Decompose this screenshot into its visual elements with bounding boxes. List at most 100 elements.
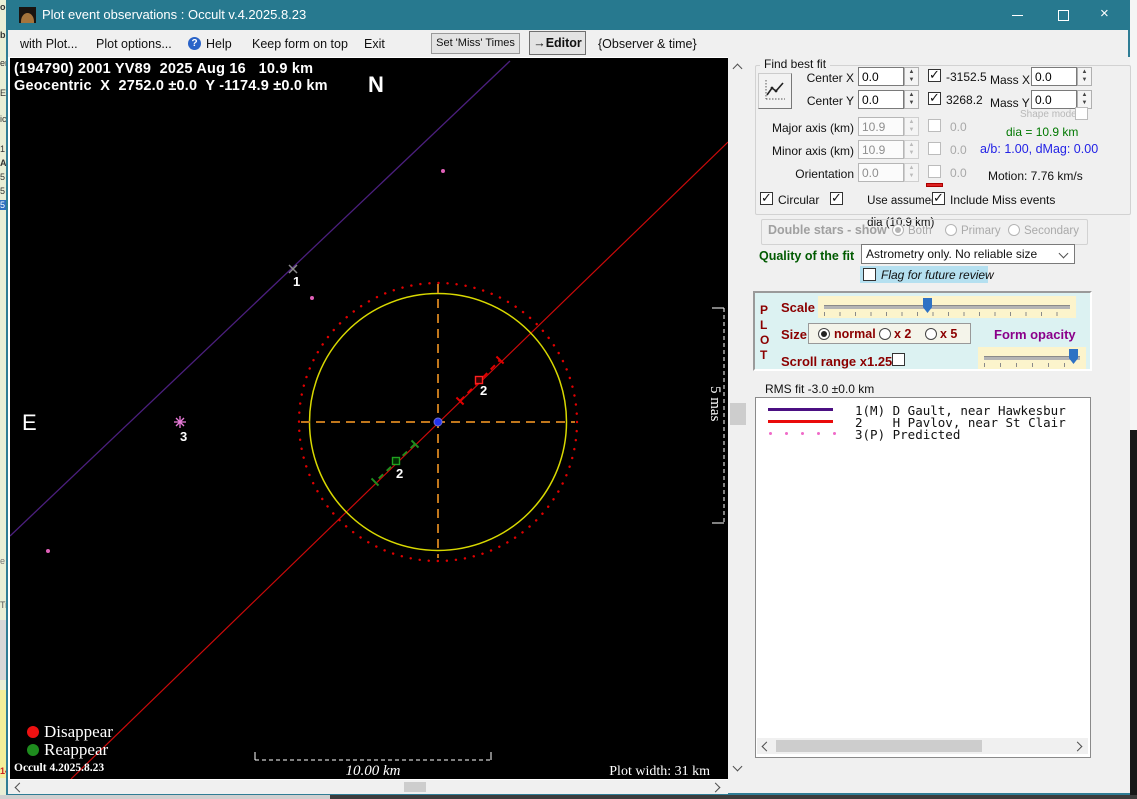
plot-vertical-scrollbar[interactable] xyxy=(728,57,748,780)
double-primary-radio[interactable] xyxy=(945,224,957,236)
center-x-label: Center X xyxy=(806,71,854,85)
chord1-path-line xyxy=(10,60,511,537)
quality-value: Astrometry only. No reliable size xyxy=(866,247,1038,261)
ab-dmag-label: a/b: 1.00, dMag: 0.00 xyxy=(980,142,1099,156)
window-title: Plot event observations : Occult v.4.202… xyxy=(42,7,307,22)
offset-x-checkbox[interactable] xyxy=(928,67,941,83)
major-axis-err-checkbox[interactable] xyxy=(928,119,941,132)
form-opacity-slider[interactable] xyxy=(978,347,1086,369)
set-miss-times-button[interactable]: Set 'Miss' Times xyxy=(431,33,520,54)
center-x-input[interactable] xyxy=(858,67,904,86)
observer-row[interactable]: 3(P) Predicted xyxy=(855,427,960,442)
listbox-scroll-thumb[interactable] xyxy=(776,740,982,752)
use-assumed-checkbox[interactable] xyxy=(830,190,843,206)
listbox-scroll-left-icon[interactable] xyxy=(761,741,772,752)
size-x2-radio[interactable] xyxy=(879,328,891,340)
orientation-err-checkbox[interactable] xyxy=(928,165,941,178)
plot-canvas[interactable]: 1 2 2 3 (194790) 2001 YV89 2025 Aug 16 1… xyxy=(8,57,728,780)
offset-y-checkbox[interactable] xyxy=(928,90,941,106)
menu-with-plot[interactable]: with Plot... xyxy=(20,37,78,51)
orientation-input[interactable] xyxy=(858,163,904,182)
scroll-left-icon[interactable] xyxy=(14,782,25,793)
orientation-spinner[interactable]: ▲ ▼ xyxy=(904,163,919,182)
east-label: E xyxy=(22,410,37,435)
menu-exit[interactable]: Exit xyxy=(364,37,385,51)
close-button[interactable]: × xyxy=(1086,0,1130,30)
plot-title-line1: (194790) 2001 YV89 2025 Aug 16 10.9 km xyxy=(14,61,314,77)
plot-letter-o: O xyxy=(760,333,770,347)
mass-y-input[interactable] xyxy=(1031,90,1077,109)
major-axis-input[interactable] xyxy=(858,117,904,136)
double-both-radio[interactable] xyxy=(892,224,904,236)
vertical-scroll-thumb[interactable] xyxy=(730,403,746,425)
orientation-err: 0.0 xyxy=(950,166,967,180)
center-y-label: Center Y xyxy=(806,94,854,108)
background-right-strip xyxy=(1130,0,1137,430)
quality-combobox[interactable]: Astrometry only. No reliable size xyxy=(861,244,1075,264)
minimize-button[interactable] xyxy=(996,0,1040,30)
scroll-up-icon[interactable] xyxy=(732,63,743,74)
orientation-label: Orientation xyxy=(795,167,854,181)
size-label: Size xyxy=(781,327,808,342)
titlebar[interactable]: Plot event observations : Occult v.4.202… xyxy=(6,0,1130,30)
minor-axis-input[interactable] xyxy=(858,140,904,159)
center-y-input[interactable] xyxy=(858,90,904,109)
double-secondary-label: Secondary xyxy=(1024,225,1079,237)
scroll-down-icon[interactable] xyxy=(732,761,743,772)
scale-slider-ticks xyxy=(824,312,1070,316)
maximize-button[interactable] xyxy=(1041,0,1085,30)
background-right-strip-dark xyxy=(1130,430,1137,795)
bg-fragment: 1 xyxy=(0,144,6,154)
offset-y-value: 3268.2 xyxy=(946,93,983,107)
include-miss-checkbox[interactable] xyxy=(932,190,945,206)
reappear-dot-icon xyxy=(27,744,39,756)
scale-slider-thumb[interactable] xyxy=(923,298,932,313)
double-secondary-radio[interactable] xyxy=(1008,224,1020,236)
marker2-red-label: 2 xyxy=(480,383,487,398)
minor-axis-spinner[interactable]: ▲ ▼ xyxy=(904,140,919,159)
mass-y-label: Mass Y xyxy=(990,96,1030,110)
double-stars-title: Double stars - show xyxy=(768,223,887,237)
quality-label: Quality of the fit xyxy=(759,249,855,263)
shape-model-checkbox[interactable] xyxy=(1075,107,1088,120)
marker2-green-label: 2 xyxy=(396,466,403,481)
scale-slider[interactable] xyxy=(818,296,1076,318)
size-normal-radio[interactable] xyxy=(818,328,830,340)
scroll-right-icon[interactable] xyxy=(710,782,721,793)
minor-axis-err-checkbox[interactable] xyxy=(928,142,941,155)
center-y-spinner[interactable]: ▲ ▼ xyxy=(904,90,919,109)
double-primary-label: Primary xyxy=(961,225,1001,237)
listbox-horizontal-scrollbar[interactable] xyxy=(757,738,1088,754)
scroll-range-label: Scroll range x1.25 xyxy=(781,354,893,369)
observer3-num: 3(P) xyxy=(855,427,886,442)
size-x5-radio[interactable] xyxy=(925,328,937,340)
menu-plot-options[interactable]: Plot options... xyxy=(96,37,172,51)
flag-label: Flag for future review xyxy=(881,268,994,282)
form-opacity-slider-thumb[interactable] xyxy=(1069,349,1078,364)
offset-x-value: -3152.5 xyxy=(946,70,987,84)
menubar: with Plot... Plot options... ? Help Keep… xyxy=(8,30,1128,57)
plot-horizontal-scrollbar[interactable] xyxy=(8,780,728,794)
plot-title-line2: Geocentric X 2752.0 ±0.0 Y -1174.9 ±0.0 … xyxy=(14,78,328,94)
center-x-spinner[interactable]: ▲ ▼ xyxy=(904,67,919,86)
center-dot xyxy=(433,417,443,427)
circular-label: Circular xyxy=(778,193,820,207)
scale-bar xyxy=(254,752,492,761)
mass-x-spinner[interactable]: ▲ ▼ xyxy=(1077,67,1092,86)
circular-checkbox[interactable] xyxy=(760,190,773,206)
editor-button[interactable]: →Editor xyxy=(529,31,586,55)
form-opacity-label: Form opacity xyxy=(994,327,1076,342)
menu-help[interactable]: Help xyxy=(206,37,232,51)
scroll-range-checkbox[interactable] xyxy=(892,353,905,366)
observer-listbox[interactable] xyxy=(755,397,1091,758)
mass-x-label: Mass X xyxy=(990,73,1031,87)
background-bottom-strip-dark xyxy=(330,795,1137,799)
major-axis-spinner[interactable]: ▲ ▼ xyxy=(904,117,919,136)
horizontal-scroll-thumb[interactable] xyxy=(404,782,426,792)
size-normal-label: normal xyxy=(834,327,876,341)
menu-keep-form-on-top[interactable]: Keep form on top xyxy=(252,37,348,51)
listbox-scroll-right-icon[interactable] xyxy=(1072,741,1083,752)
disappear-dot-icon xyxy=(27,726,39,738)
mass-x-input[interactable] xyxy=(1031,67,1077,86)
flag-checkbox[interactable] xyxy=(863,268,876,281)
